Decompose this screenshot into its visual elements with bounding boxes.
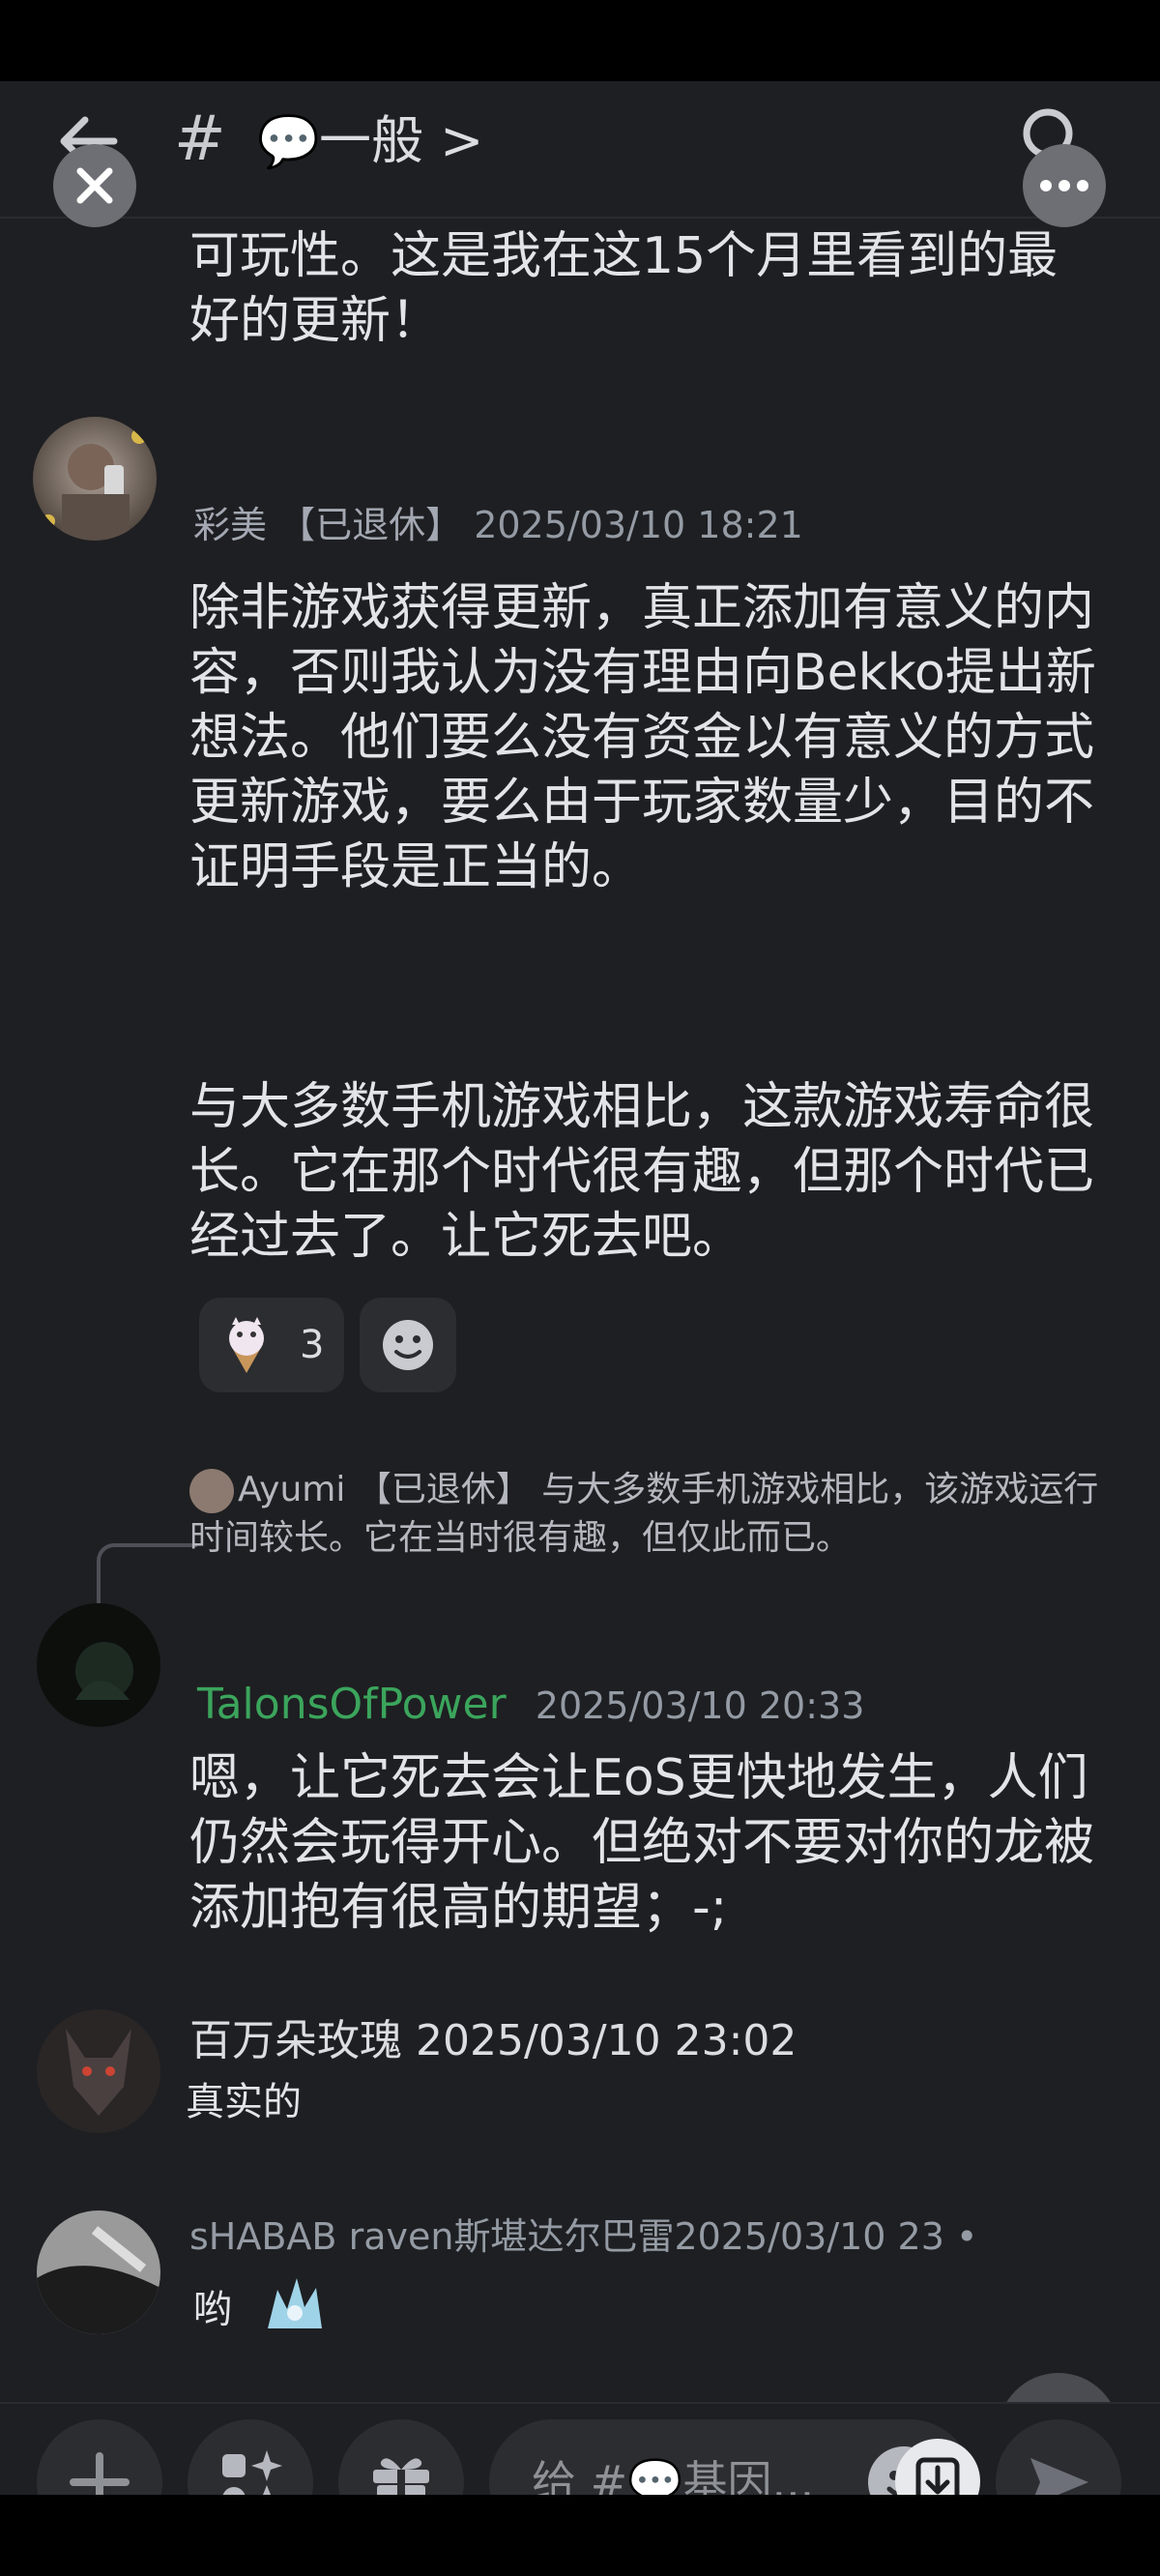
message-header: TalonsOfPower 2025/03/10 20:33	[197, 1681, 864, 1730]
message-text-value: 哟	[193, 2287, 232, 2332]
send-icon[interactable]	[996, 2419, 1121, 2495]
reply-text: Ayumi 【已退休】 与大多数手机游戏相比，该游戏运行时间较长。它在当时很有趣…	[189, 1470, 1099, 1558]
reaction-chip[interactable]: 3	[199, 1298, 344, 1392]
channel-title[interactable]: 一般 >	[319, 102, 483, 180]
message-text: 可玩性。这是我在这15个月里看到的最好的更新！	[189, 227, 1058, 350]
add-reaction-icon[interactable]	[360, 1298, 456, 1392]
avatar	[189, 1469, 234, 1513]
message-text: 哟	[193, 2270, 1102, 2353]
timestamp: 2025/03/10 20:33	[535, 1684, 865, 1727]
channel-hash: #	[174, 103, 226, 175]
author-name[interactable]: 彩美 【已退休】	[193, 504, 462, 546]
reply-preview[interactable]: Ayumi 【已退休】 与大多数手机游戏相比，该游戏运行时间较长。它在当时很有趣…	[189, 1466, 1127, 1563]
close-icon[interactable]	[53, 144, 136, 227]
message-list[interactable]: 可玩性。这是我在这15个月里看到的最好的更新！ 彩美 【已退休】 2025/03…	[0, 219, 1160, 2495]
author-name[interactable]: TalonsOfPower	[197, 1680, 507, 1729]
channel-emoji: 💬	[257, 113, 320, 171]
timestamp: 2025/03/10 23 •	[674, 2215, 978, 2258]
sticker-image	[258, 2270, 332, 2353]
avatar[interactable]	[37, 1603, 160, 1727]
chat-screen: # 💬 一般 > 可玩性。这是我在这15个月里看到的最好的更新！ 彩美 【已退休…	[0, 81, 1160, 2495]
ice-cream-cat-emoji	[217, 1315, 276, 1379]
message-header: sHABAB raven斯堪达尔巴雷2025/03/10 23 •	[189, 2212, 977, 2261]
apps-icon[interactable]	[188, 2419, 313, 2495]
timestamp: 2025/03/10 18:21	[474, 504, 803, 546]
message-header: 百万朵玫瑰 2025/03/10 23:02	[189, 2017, 797, 2065]
input-placeholder: 给 #💬基因...	[532, 2456, 815, 2495]
author-name[interactable]: 百万朵玫瑰	[189, 2016, 402, 2065]
message-text: 嗯，让它死去会让EoS更快地发生，人们仍然会玩得开心。但绝对不要对你的龙被添加抱…	[189, 1749, 1095, 1937]
avatar[interactable]	[33, 417, 157, 541]
message-composer: 给 #💬基因...	[0, 2402, 1160, 2495]
gift-icon[interactable]	[338, 2419, 464, 2495]
author-name[interactable]: sHABAB raven斯堪达尔巴雷	[189, 2215, 674, 2258]
more-icon[interactable]	[1023, 144, 1106, 227]
message-text: 除非游戏获得更新，真正添加有意义的内容，否则我认为没有理由向Bekko提出新想法…	[189, 579, 1096, 896]
avatar[interactable]	[37, 2009, 160, 2133]
message-header: 彩美 【已退休】 2025/03/10 18:21	[193, 501, 803, 549]
avatar[interactable]	[37, 2210, 160, 2334]
channel-header: # 💬 一般 >	[0, 81, 1160, 219]
system-nav-area	[0, 2495, 1160, 2576]
plus-icon[interactable]	[37, 2419, 162, 2495]
timestamp: 2025/03/10 23:02	[416, 2016, 798, 2065]
message-text: 与大多数手机游戏相比，这款游戏寿命很长。它在那个时代很有趣，但那个时代已经过去了…	[189, 1078, 1095, 1266]
reaction-count: 3	[300, 1323, 325, 1367]
message-text: 真实的	[186, 2080, 302, 2124]
